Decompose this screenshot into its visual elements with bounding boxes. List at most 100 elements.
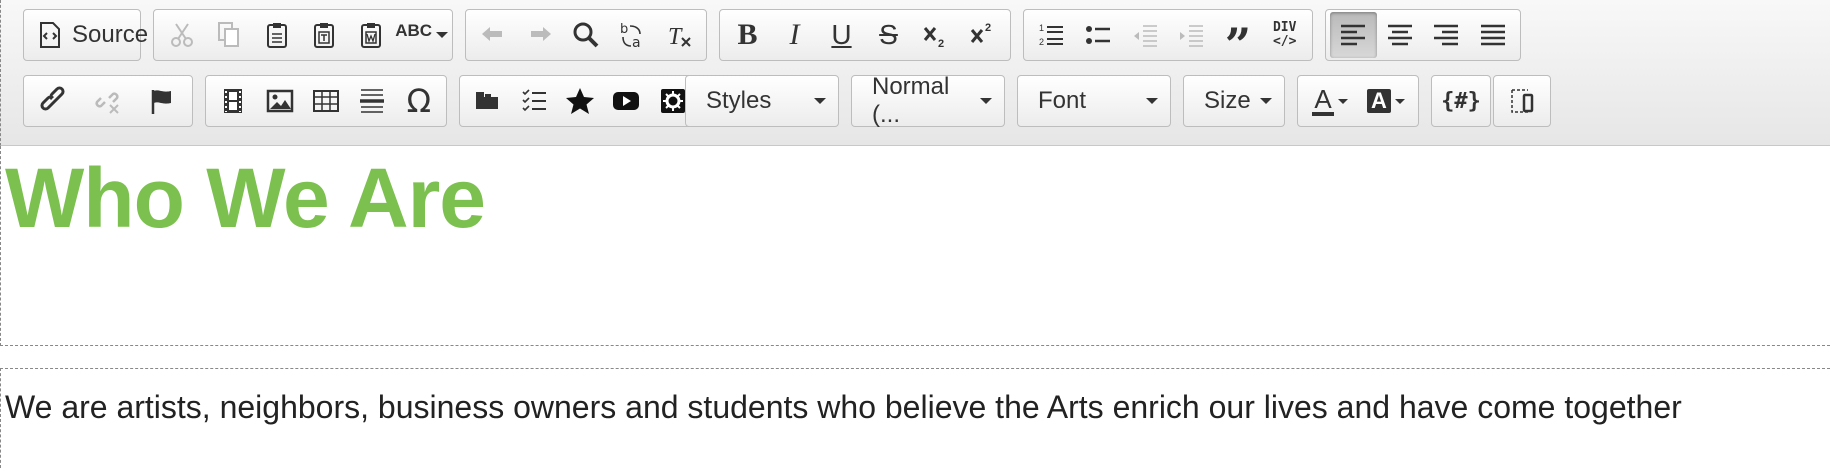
favorite-button[interactable] <box>557 78 603 124</box>
svg-text:2: 2 <box>1039 37 1044 47</box>
quote-icon: ” <box>1224 18 1252 72</box>
text-color-button[interactable]: A <box>1302 78 1358 124</box>
horizontal-rule-icon <box>360 89 385 113</box>
align-left-icon <box>1341 24 1366 46</box>
flag-icon <box>152 90 172 114</box>
find-button[interactable] <box>563 12 609 58</box>
underline-button[interactable]: U <box>818 12 865 58</box>
paragraph-group: 12 ” DIV </> <box>1023 9 1313 68</box>
insert-image-button[interactable] <box>256 78 302 124</box>
paste-word-button[interactable] <box>348 12 395 58</box>
justify-icon <box>1480 24 1505 46</box>
remove-format-icon: T <box>668 24 691 50</box>
remove-format-button[interactable]: T <box>656 12 702 58</box>
svg-text:2: 2 <box>985 22 991 34</box>
redo-button[interactable] <box>516 12 562 58</box>
insert-table-button[interactable] <box>303 78 349 124</box>
copy-button[interactable] <box>205 12 252 58</box>
paste-word-icon <box>361 23 382 48</box>
undo-icon <box>482 27 503 41</box>
heading-block[interactable]: Who We Are <box>0 146 1830 346</box>
page-heading: Who We Are <box>5 151 486 245</box>
paste-icon <box>266 23 287 48</box>
paste-text-button[interactable] <box>300 12 347 58</box>
italic-button[interactable]: I <box>771 12 818 58</box>
unlink-icon <box>95 92 119 114</box>
show-blocks-group <box>1493 75 1551 127</box>
search-icon <box>573 22 599 48</box>
font-dropdown[interactable]: Font <box>1017 75 1171 127</box>
spellcheck-label: ABC <box>395 21 433 40</box>
replace-button[interactable]: ba <box>609 12 655 58</box>
chevron-down-icon <box>1394 98 1405 104</box>
source-button[interactable]: Source <box>28 12 158 58</box>
show-blocks-icon <box>1511 89 1534 113</box>
align-right-button[interactable] <box>1423 12 1470 58</box>
blockquote-button[interactable]: ” <box>1215 12 1262 68</box>
subscript-button[interactable]: 2 <box>912 12 959 58</box>
editor-toolbar: Source ABC b a T B I U S 2 2 1 2 ” DIV <… <box>0 0 1830 146</box>
italic-icon: I <box>789 18 800 51</box>
youtube-button[interactable] <box>603 78 649 124</box>
outdent-icon <box>1133 25 1157 47</box>
format-label: Normal (... <box>872 73 950 128</box>
templates-button[interactable]: {#} <box>1436 78 1486 124</box>
omega-icon: Ω <box>406 82 432 120</box>
checklist-icon <box>522 89 546 112</box>
div-icon: DIV </> <box>1273 21 1296 48</box>
insert-video-button[interactable] <box>210 78 256 124</box>
outdent-button[interactable] <box>1121 12 1168 58</box>
bold-button[interactable]: B <box>724 12 771 58</box>
align-left-button[interactable] <box>1330 12 1377 58</box>
editor-content[interactable]: Who We Are We are artists, neighbors, bu… <box>0 146 1830 468</box>
link-button[interactable] <box>28 78 81 124</box>
colors-group: A A <box>1297 75 1419 127</box>
styles-dropdown[interactable]: Styles <box>685 75 839 127</box>
create-div-button[interactable]: DIV </> <box>1261 12 1308 58</box>
size-dropdown[interactable]: Size <box>1183 75 1285 127</box>
align-center-button[interactable] <box>1377 12 1424 58</box>
copy-icon <box>218 22 240 47</box>
insert-group: Ω <box>205 75 447 127</box>
undo-button[interactable] <box>470 12 516 58</box>
link-icon <box>40 86 65 111</box>
star-icon <box>566 88 595 114</box>
source-icon <box>40 22 60 48</box>
paragraph-block[interactable]: We are artists, neighbors, business owne… <box>0 368 1830 468</box>
superscript-icon: 2 <box>970 22 991 43</box>
bulleted-list-icon <box>1086 26 1110 44</box>
size-label: Size <box>1204 87 1251 114</box>
editing-group: ba T <box>465 9 707 61</box>
horizontal-rule-button[interactable] <box>349 78 395 124</box>
format-dropdown[interactable]: Normal (... <box>851 73 1005 128</box>
spellcheck-button[interactable]: ABC <box>395 12 449 58</box>
superscript-button[interactable]: 2 <box>959 12 1006 58</box>
strikethrough-button[interactable]: S <box>865 12 912 58</box>
checklist-button[interactable] <box>510 78 556 124</box>
background-color-button[interactable]: A <box>1358 78 1414 124</box>
cut-button[interactable] <box>158 12 205 58</box>
show-blocks-button[interactable] <box>1498 78 1546 124</box>
paste-button[interactable] <box>253 12 300 58</box>
chevron-down-icon <box>980 98 992 104</box>
bulleted-list-button[interactable] <box>1075 12 1122 58</box>
special-char-button[interactable]: Ω <box>396 78 442 124</box>
indent-button[interactable] <box>1168 12 1215 58</box>
numbered-list-button[interactable]: 12 <box>1028 12 1075 58</box>
svg-text:a: a <box>632 35 641 50</box>
templates-icon: {#} <box>1441 88 1481 114</box>
youtube-icon <box>613 92 640 110</box>
widgets-group <box>459 75 701 127</box>
justify-button[interactable] <box>1470 12 1517 58</box>
chevron-down-icon <box>1337 98 1348 104</box>
unlink-button[interactable] <box>81 78 134 124</box>
font-label: Font <box>1038 87 1087 114</box>
tabs-widget-button[interactable] <box>464 78 510 124</box>
image-icon <box>266 89 293 113</box>
styles-label: Styles <box>706 87 772 114</box>
svg-text:1: 1 <box>1039 23 1044 33</box>
source-label: Source <box>72 21 149 48</box>
redo-icon <box>530 27 551 41</box>
svg-text:2: 2 <box>938 38 944 50</box>
anchor-button[interactable] <box>135 78 188 124</box>
